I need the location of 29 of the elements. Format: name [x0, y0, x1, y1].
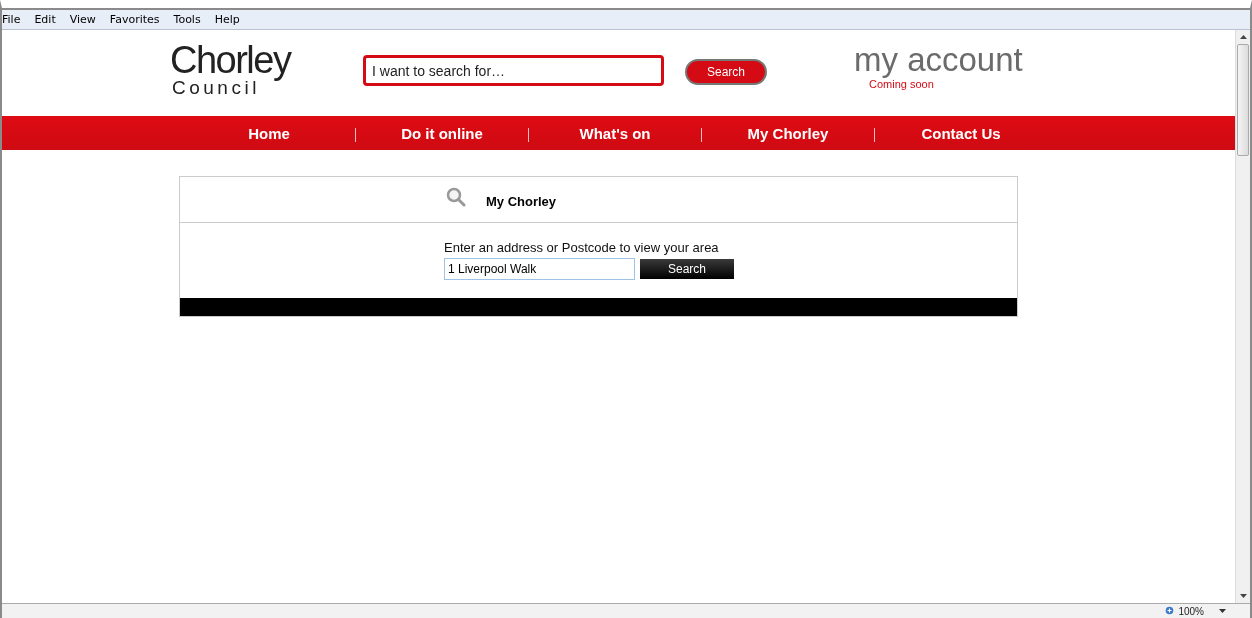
- menu-item[interactable]: Edit: [34, 13, 56, 26]
- search-field[interactable]: I want to search for…: [363, 55, 664, 86]
- panel-title: My Chorley: [486, 194, 557, 209]
- search-button[interactable]: Search: [685, 59, 767, 85]
- logo-subtitle: Council: [172, 79, 260, 97]
- menu-item[interactable]: Help: [214, 13, 240, 26]
- scroll-down-arrow-icon[interactable]: [1239, 594, 1247, 598]
- scroll-thumb[interactable]: [1237, 44, 1249, 156]
- logo[interactable]: Chorley Council: [170, 41, 298, 97]
- search-icon: [446, 186, 466, 207]
- scrollbar[interactable]: [1235, 30, 1250, 603]
- nav-link[interactable]: My Chorley: [702, 124, 874, 142]
- address-prompt: Enter an address or Postcode to view your area: [444, 240, 720, 255]
- menu-item[interactable]: Tools: [173, 13, 201, 26]
- dropdown-arrow-icon[interactable]: [1219, 609, 1226, 613]
- nav-link[interactable]: Home: [183, 124, 355, 142]
- coming-soon-note: Coming soon: [869, 78, 934, 90]
- menu-item[interactable]: Favorites: [109, 13, 160, 26]
- zoom-icon: [1165, 606, 1176, 616]
- search-button[interactable]: Search: [640, 259, 734, 279]
- nav-link[interactable]: What's on: [529, 124, 701, 142]
- nav-link[interactable]: Do it online: [356, 124, 528, 142]
- menu-item[interactable]: View: [69, 13, 96, 26]
- nav-link[interactable]: Contact Us: [875, 124, 1047, 142]
- scroll-up-arrow-icon[interactable]: [1239, 35, 1247, 39]
- address-field[interactable]: 1 Liverpool Walk: [444, 258, 635, 280]
- menu-item[interactable]: File: [2, 13, 21, 26]
- logo-wordmark: Chorley: [170, 41, 291, 79]
- zoom-level[interactable]: 100%: [1178, 605, 1204, 617]
